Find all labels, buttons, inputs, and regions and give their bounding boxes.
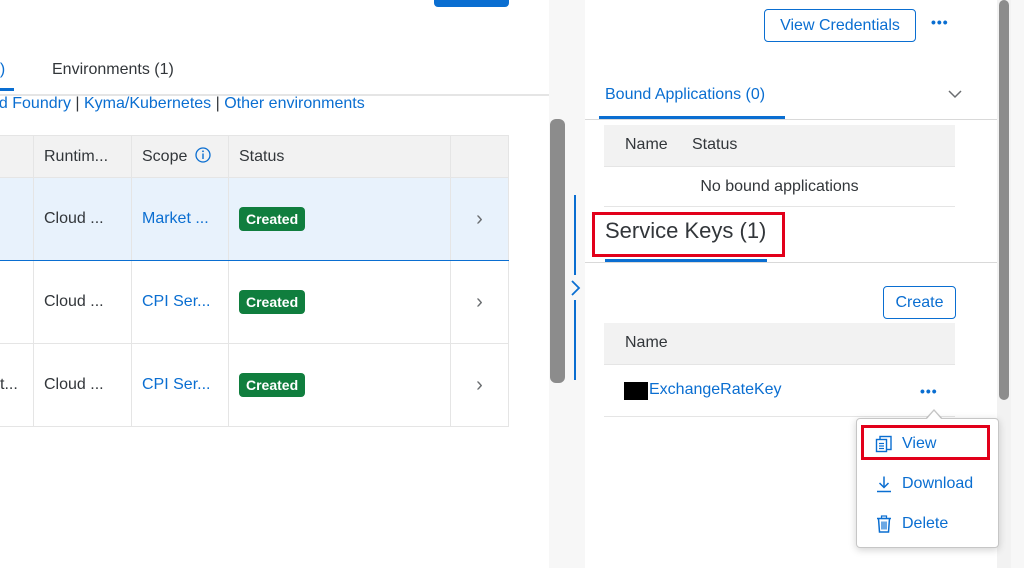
table-header: Runtim... Scope Status xyxy=(0,135,509,178)
left-scrollbar-thumb[interactable] xyxy=(550,119,565,383)
bound-apps-table-header: Name Status xyxy=(604,125,955,167)
splitter-line xyxy=(574,300,576,380)
link-separator: | xyxy=(211,95,225,112)
row-status-cell: Created xyxy=(229,344,451,426)
instances-table: Runtim... Scope Status Cloud ... Market … xyxy=(0,135,509,427)
view-credentials-button[interactable]: View Credentials xyxy=(764,9,916,42)
row-navigate[interactable]: › xyxy=(451,261,509,343)
active-tab-indicator xyxy=(0,88,14,91)
header-name: Name xyxy=(625,334,668,351)
status-badge: Created xyxy=(239,290,306,314)
header-status: Status xyxy=(692,136,738,153)
section-divider xyxy=(585,119,997,120)
table-row[interactable]: Cloud ... Market ... Created › xyxy=(0,178,509,261)
status-badge: Created xyxy=(239,373,306,397)
trash-icon xyxy=(877,515,891,533)
chevron-right-icon: › xyxy=(476,207,483,230)
link-kyma[interactable]: Kyma/Kubernetes xyxy=(84,95,211,112)
menu-item-download-label: Download xyxy=(902,475,974,492)
chevron-down-icon[interactable] xyxy=(947,86,963,102)
menu-item-download[interactable]: Download xyxy=(857,464,1000,504)
info-icon[interactable] xyxy=(195,146,212,163)
more-options-icon[interactable]: ••• xyxy=(920,383,938,399)
header-status-label: Status xyxy=(239,147,285,165)
header-status[interactable]: Status xyxy=(229,136,451,177)
row-status-cell: Created xyxy=(229,261,451,343)
primary-action-button[interactable] xyxy=(434,0,509,7)
tab-environments[interactable]: Environments (1) xyxy=(52,61,174,79)
link-other-environments[interactable]: Other environments xyxy=(224,95,365,112)
chevron-right-icon: › xyxy=(476,290,483,313)
annotation-highlight-box xyxy=(861,425,990,460)
tab-instances[interactable]: 3) xyxy=(0,61,5,79)
row-name-cell xyxy=(0,178,34,260)
row-scope-link[interactable]: CPI Ser... xyxy=(132,261,229,343)
header-nav xyxy=(451,136,509,177)
row-navigate[interactable]: › xyxy=(451,344,509,426)
annotation-highlight-box xyxy=(592,212,785,257)
table-row[interactable]: t... Cloud ... CPI Ser... Created › xyxy=(0,344,509,427)
header-name: Name xyxy=(625,136,668,153)
header-scope-label: Scope xyxy=(142,147,188,165)
row-name-cell xyxy=(0,261,34,343)
link-separator: | xyxy=(70,95,84,112)
header-cell-name xyxy=(0,136,34,177)
redacted-block xyxy=(624,382,648,400)
row-navigate[interactable]: › xyxy=(451,178,509,260)
row-runtime: Cloud ... xyxy=(34,344,132,426)
more-options-icon[interactable]: ••• xyxy=(931,14,949,30)
header-runtime[interactable]: Runtim... xyxy=(34,136,132,177)
row-runtime: Cloud ... xyxy=(34,261,132,343)
service-key-name-link[interactable]: ExchangeRateKey xyxy=(649,381,782,399)
popover-arrow-fill xyxy=(926,411,942,420)
instances-panel: 3) Environments (1) ud Foundry | Kyma/Ku… xyxy=(0,0,549,568)
expand-chevron-icon[interactable] xyxy=(568,278,582,298)
row-status-cell: Created xyxy=(229,178,451,260)
row-runtime: Cloud ... xyxy=(34,178,132,260)
tab-bound-applications[interactable]: Bound Applications (0) xyxy=(605,86,765,104)
service-key-row[interactable]: ExchangeRateKey ••• xyxy=(604,365,955,417)
splitter-line xyxy=(574,195,576,275)
right-scrollbar-thumb[interactable] xyxy=(999,0,1009,400)
menu-item-delete-label: Delete xyxy=(902,515,949,532)
header-runtime-label: Runtim... xyxy=(44,147,109,165)
link-cloud-foundry[interactable]: ud Foundry xyxy=(0,95,71,112)
table-row[interactable]: Cloud ... CPI Ser... Created › xyxy=(0,261,509,344)
menu-item-delete[interactable]: Delete xyxy=(857,504,1000,544)
chevron-right-icon: › xyxy=(476,373,483,396)
section-divider xyxy=(585,262,997,263)
row-scope-link[interactable]: Market ... xyxy=(132,178,229,260)
environment-filter-links: ud Foundry | Kyma/Kubernetes | Other env… xyxy=(0,95,365,113)
service-keys-table-header: Name xyxy=(604,323,955,365)
header-scope[interactable]: Scope xyxy=(132,136,229,177)
empty-state-text: No bound applications xyxy=(604,167,955,207)
create-service-key-button[interactable]: Create xyxy=(883,286,956,319)
row-scope-link[interactable]: CPI Ser... xyxy=(132,344,229,426)
download-icon xyxy=(877,476,891,493)
row-name-cell: t... xyxy=(0,344,34,426)
status-badge: Created xyxy=(239,207,306,231)
